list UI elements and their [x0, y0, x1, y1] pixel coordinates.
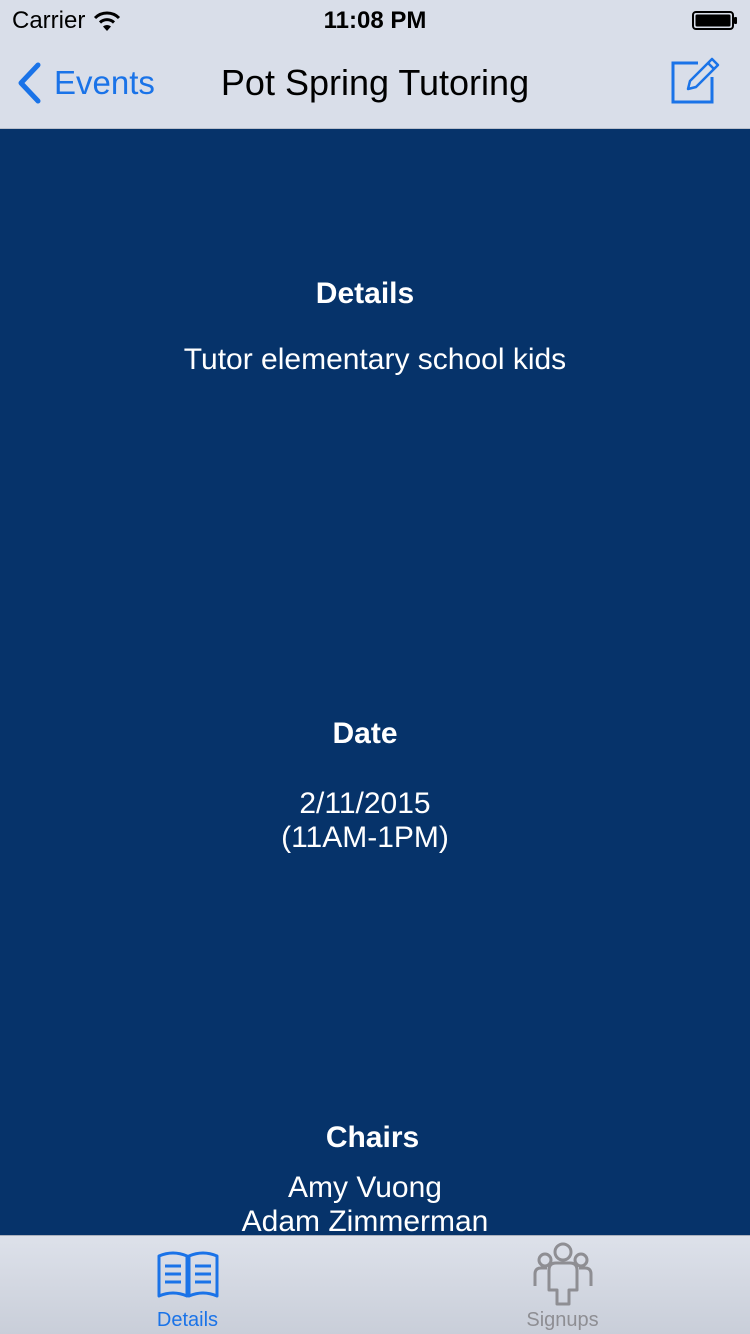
date-heading: Date [332, 717, 398, 750]
tab-details-label: Details [156, 1309, 219, 1331]
header: Carrier 11:08 PM Events Pot Spring Tutor… [0, 0, 750, 129]
details-heading: Details [315, 277, 415, 310]
back-button-label: Events [54, 64, 155, 101]
compose-icon[interactable] [670, 56, 720, 106]
tab-details[interactable]: Details [0, 1236, 375, 1334]
book-icon [157, 1251, 219, 1298]
event-detail-screen: Carrier 11:08 PM Events Pot Spring Tutor… [0, 0, 750, 1334]
battery-icon [692, 11, 737, 30]
event-details-content: Details Tutor elementary school kids Dat… [0, 129, 750, 1238]
details-text: Tutor elementary school kids [183, 343, 567, 376]
navigation-bar: Events Pot Spring Tutoring [0, 40, 750, 128]
status-time: 11:08 PM [323, 7, 427, 34]
chair-name: Amy Vuong [288, 1171, 442, 1204]
event-time: (11AM-1PM) [281, 821, 449, 854]
group-icon [533, 1242, 593, 1306]
status-bar: Carrier 11:08 PM [0, 0, 750, 40]
chevron-left-icon [18, 62, 41, 104]
tab-signups-label: Signups [526, 1309, 599, 1331]
chair-name: Adam Zimmerman [241, 1205, 489, 1238]
chairs-heading: Chairs [325, 1121, 420, 1154]
event-date: 2/11/2015 [299, 787, 431, 820]
back-button[interactable]: Events [16, 62, 155, 104]
tab-signups[interactable]: Signups [375, 1236, 750, 1334]
tab-bar: Details Signups [0, 1235, 750, 1334]
